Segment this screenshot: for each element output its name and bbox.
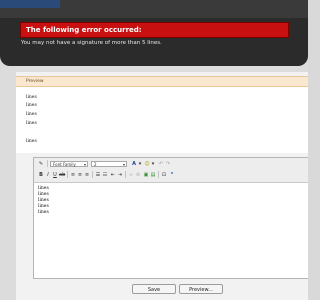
undo-icon[interactable]: ↶: [158, 161, 164, 167]
indent-icon[interactable]: ⇥: [117, 172, 123, 178]
preview-line: lines: [26, 103, 37, 108]
italic-icon[interactable]: I: [45, 172, 51, 178]
toolbar-separator: [92, 171, 93, 178]
preview-line: lines: [26, 139, 37, 144]
eraser-icon[interactable]: ✎: [38, 161, 44, 167]
chevron-down-icon[interactable]: ▾: [150, 161, 156, 167]
preview-line: lines: [26, 112, 37, 117]
chevron-down-icon: ▾: [122, 162, 125, 167]
toolbar-separator: [47, 160, 48, 167]
media-icon[interactable]: ▤: [150, 172, 156, 178]
bulleted-list-icon[interactable]: ☰: [95, 172, 101, 178]
align-left-icon[interactable]: ≡: [70, 172, 76, 178]
link-icon[interactable]: ∞: [128, 172, 134, 178]
toolbar-separator: [158, 171, 159, 178]
font-family-value: Font Family: [53, 162, 76, 167]
unlink-icon[interactable]: ⊘: [135, 172, 141, 178]
toolbar-separator: [67, 171, 68, 178]
editor-line: lines: [38, 198, 49, 203]
underline-icon[interactable]: U: [52, 172, 58, 178]
numbered-list-icon[interactable]: ☷: [102, 172, 108, 178]
overlay-accent: [0, 0, 60, 8]
toolbar-separator: [125, 171, 126, 178]
redo-icon[interactable]: ↷: [165, 161, 171, 167]
align-center-icon[interactable]: ≡: [77, 172, 83, 178]
editor-line: lines: [38, 204, 49, 209]
editor-line: lines: [38, 210, 49, 215]
preview-header: Preview: [16, 76, 308, 87]
strikethrough-icon[interactable]: ab: [59, 172, 65, 178]
chevron-down-icon: ▾: [83, 162, 86, 167]
preview-button[interactable]: Preview...: [179, 284, 223, 294]
bold-icon[interactable]: B: [38, 172, 44, 178]
chevron-down-icon[interactable]: ▾: [137, 161, 143, 167]
error-overlay: The following error occurred: You may no…: [0, 0, 308, 66]
preview-line: lines: [26, 95, 37, 100]
signature-editor[interactable]: ✎ Font Family ▾ 2 ▾ A ▾ ☺ ▾ ↶ ↷ B I U ab…: [33, 157, 308, 279]
preview-body: lines lines lines lines lines: [16, 87, 308, 153]
error-title: The following error occurred:: [26, 26, 142, 34]
page: The following error occurred: You may no…: [0, 0, 308, 300]
preview-line: lines: [26, 121, 37, 126]
image-icon[interactable]: ▣: [143, 172, 149, 178]
editor-line: lines: [38, 186, 49, 191]
font-size-select[interactable]: 2 ▾: [91, 161, 127, 167]
save-button[interactable]: Save: [132, 284, 176, 294]
preview-header-label: Preview: [26, 79, 44, 84]
font-family-select[interactable]: Font Family ▾: [50, 161, 88, 167]
code-icon[interactable]: ⊡: [161, 172, 167, 178]
editor-line: lines: [38, 192, 49, 197]
error-title-bar: The following error occurred:: [20, 22, 289, 38]
outdent-icon[interactable]: ⇤: [110, 172, 116, 178]
font-size-value: 2: [94, 162, 97, 167]
align-right-icon[interactable]: ≡: [84, 172, 90, 178]
error-message: You may not have a signature of more tha…: [21, 40, 162, 46]
quote-icon[interactable]: “: [169, 172, 175, 178]
editor-toolbar: ✎ Font Family ▾ 2 ▾ A ▾ ☺ ▾ ↶ ↷ B I U ab…: [34, 158, 308, 183]
